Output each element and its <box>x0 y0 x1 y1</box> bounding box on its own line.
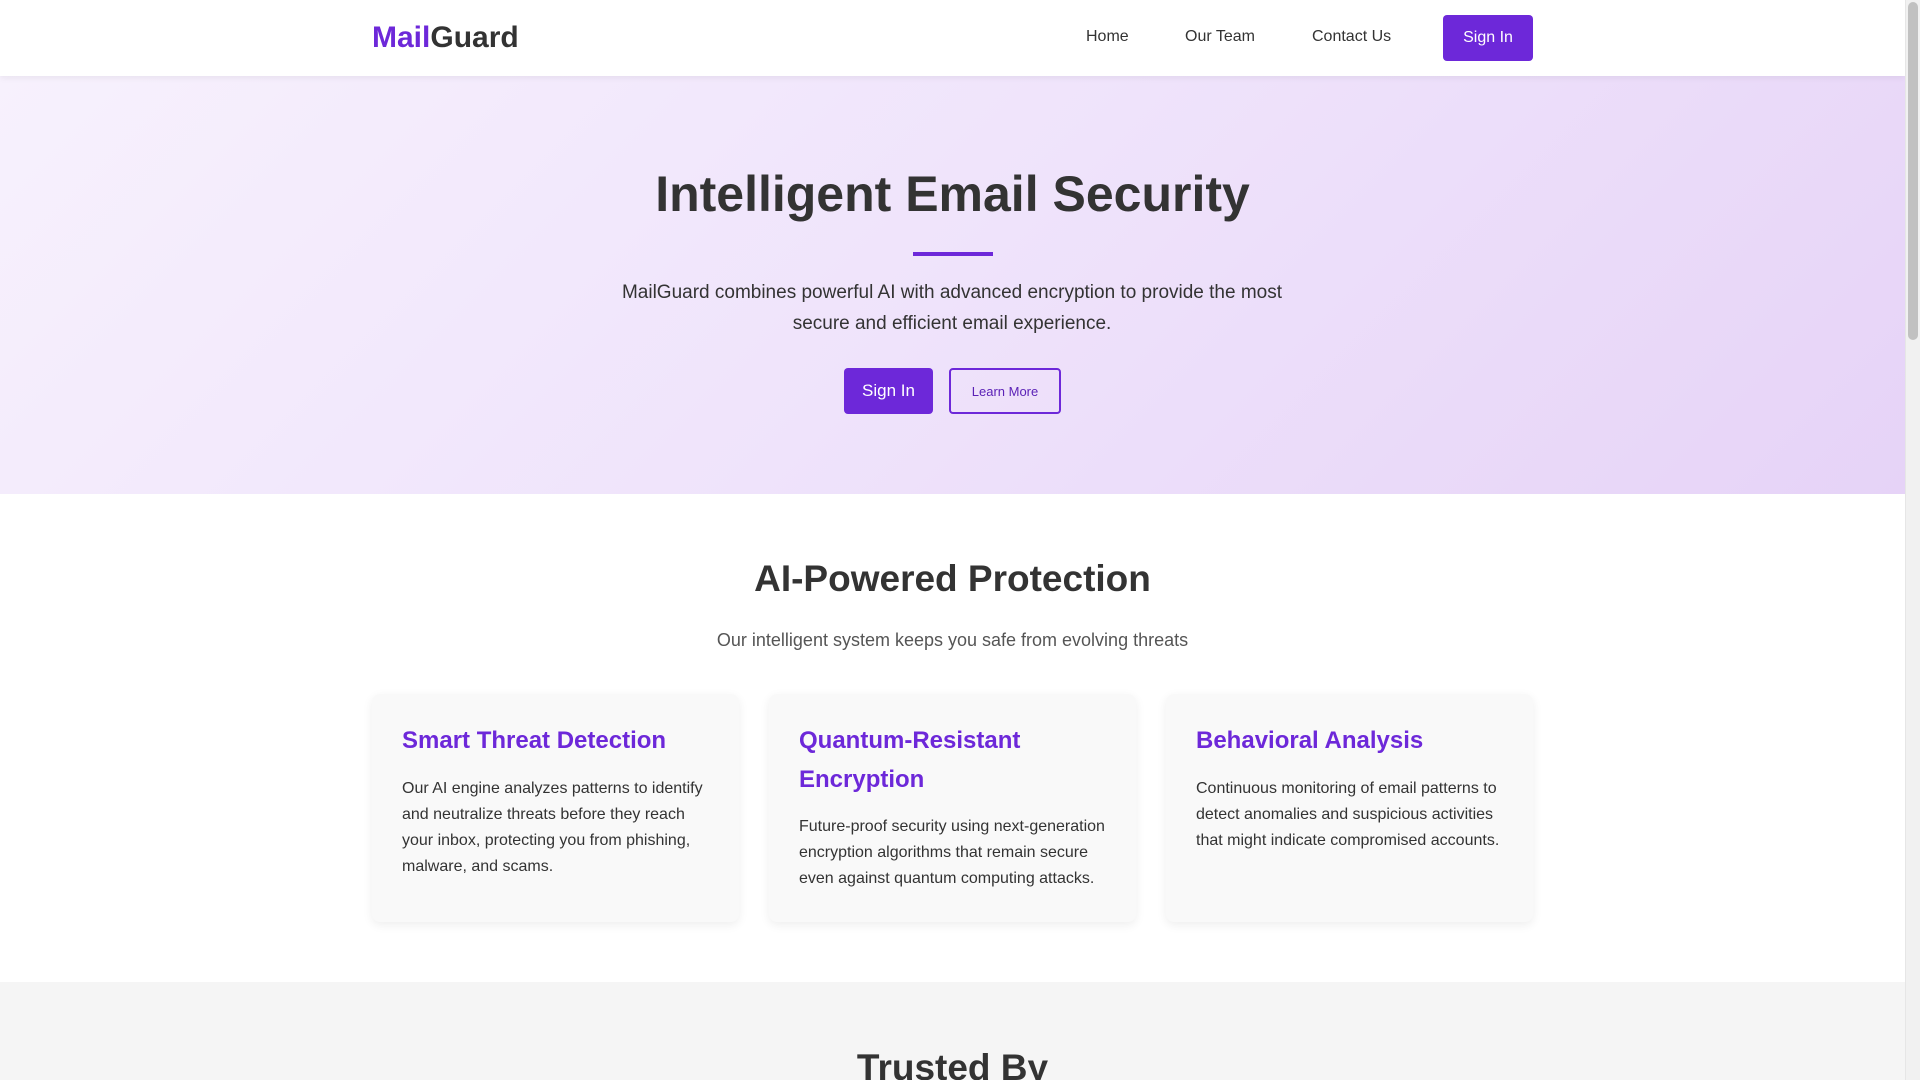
features-title: AI-Powered Protection <box>754 558 1151 599</box>
nav-link-contact-us[interactable]: Contact Us <box>1312 27 1391 47</box>
nav-link-our-team[interactable]: Our Team <box>1185 27 1255 47</box>
header-sign-in-button[interactable]: Sign In <box>1443 15 1533 61</box>
site-header: MailGuard Home Our Team Contact Us Sign … <box>0 0 1905 76</box>
nav-link-home[interactable]: Home <box>1086 27 1129 47</box>
logo-accent: Mail <box>372 21 431 54</box>
logo[interactable]: MailGuard <box>372 20 519 56</box>
page: MailGuard Home Our Team Contact Us Sign … <box>0 0 1905 1080</box>
hero-subtitle: MailGuard combines powerful AI with adva… <box>621 282 1283 334</box>
feature-card-smart-threat-detection: Smart Threat Detection Our AI engine ana… <box>372 694 739 922</box>
trusted-by-section: Trusted By <box>0 982 1905 1080</box>
vertical-scrollbar[interactable] <box>1905 0 1920 1080</box>
feature-card-text: Our AI engine analyzes patterns to ident… <box>402 780 703 875</box>
feature-card-text: Continuous monitoring of email patterns … <box>1196 780 1500 849</box>
hero-section: Intelligent Email Security MailGuard com… <box>0 76 1905 494</box>
learn-more-button[interactable]: Learn More <box>949 368 1061 414</box>
scrollbar-thumb[interactable] <box>1908 2 1918 340</box>
hero-title: Intelligent Email Security <box>655 166 1250 222</box>
feature-card-quantum-resistant-encryption: Quantum-Resistant Encryption Future-proo… <box>769 694 1136 922</box>
feature-card-text: Future-proof security using next-generat… <box>799 818 1105 887</box>
logo-rest: Guard <box>430 21 519 54</box>
feature-card-title: Smart Threat Detection <box>402 727 667 754</box>
trusted-by-title: Trusted By <box>856 1047 1049 1080</box>
feature-card-behavioral-analysis: Behavioral Analysis Continuous monitorin… <box>1166 694 1533 922</box>
hero-divider <box>913 252 993 256</box>
features-section: AI-Powered Protection Our intelligent sy… <box>0 494 1905 982</box>
feature-card-title: Behavioral Analysis <box>1196 727 1424 754</box>
hero-sign-in-button[interactable]: Sign In <box>844 368 933 414</box>
features-subtitle: Our intelligent system keeps you safe fr… <box>716 630 1189 650</box>
feature-card-title: Quantum-Resistant Encryption <box>799 727 1021 793</box>
